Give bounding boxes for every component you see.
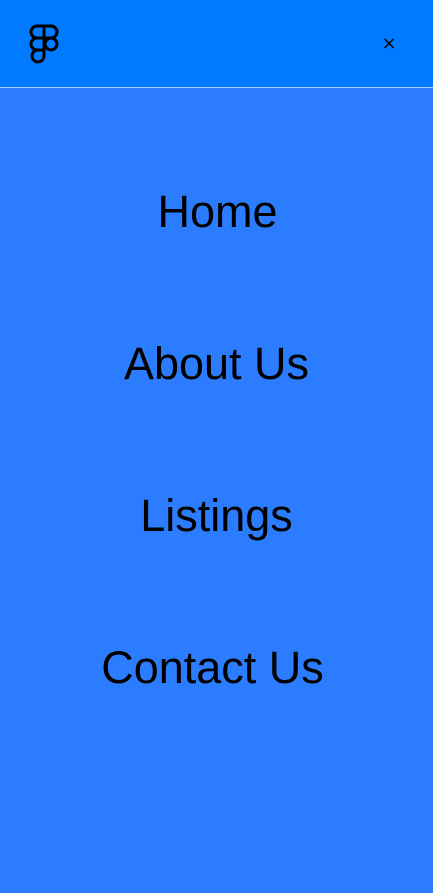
menu-item-home[interactable]: Home [0, 182, 433, 242]
menu-item-about-us[interactable]: About Us [0, 334, 433, 394]
menu-item-listings[interactable]: Listings [0, 486, 433, 546]
menu-item-contact-us[interactable]: Contact Us [0, 638, 429, 698]
figma-logo-icon[interactable] [29, 24, 59, 64]
top-header: × [0, 0, 433, 88]
close-icon: × [381, 32, 397, 54]
navigation-menu: Home About Us Listings Contact Us [0, 88, 433, 893]
close-menu-button[interactable]: × [377, 31, 401, 55]
